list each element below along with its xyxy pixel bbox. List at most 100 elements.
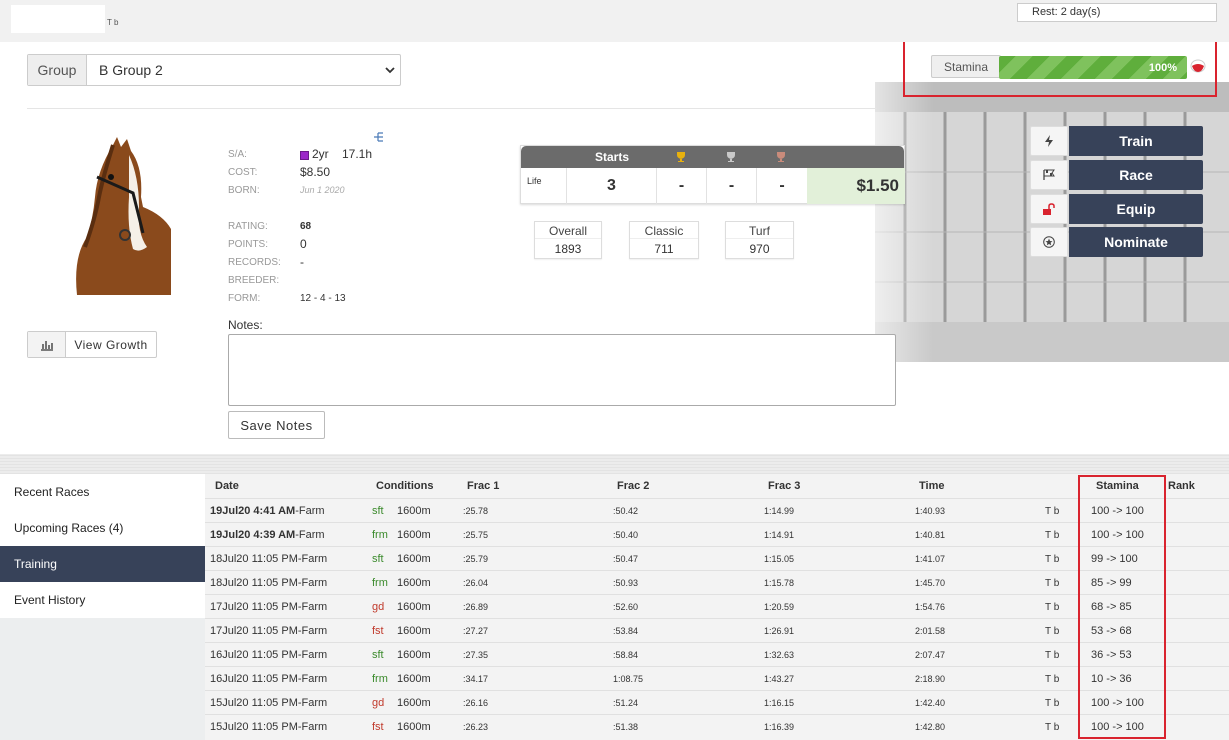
nominate-button[interactable]: Nominate <box>1069 227 1203 257</box>
turf-rating: Turf 970 <box>725 221 794 259</box>
second-value: - <box>706 168 756 204</box>
save-notes-button[interactable]: Save Notes <box>228 411 325 439</box>
gold-trophy-icon <box>677 152 685 162</box>
row-dist: 1600m <box>397 529 431 541</box>
header-date: Date <box>215 480 239 492</box>
group-value: B Group 2 <box>99 62 163 78</box>
row-cond: fst <box>372 625 384 637</box>
row-f1: :27.27 <box>463 626 489 636</box>
row-f1: :25.75 <box>463 530 489 540</box>
row-f3: 1:26.91 <box>764 626 795 636</box>
tab-recent-races[interactable]: Recent Races <box>0 474 205 510</box>
table-row: 19Jul20 4:39 AM-Farm frm 1600m:25.75:50.40… <box>205 522 1229 546</box>
row-f2: :50.40 <box>613 530 639 540</box>
table-row: 18Jul20 11:05 PM-Farm frm 1600m:26.04:50.9… <box>205 570 1229 594</box>
points-value: 0 <box>300 237 307 251</box>
overall-value: 1893 <box>554 242 582 256</box>
race-action[interactable]: Race <box>1030 160 1203 190</box>
view-growth-button[interactable]: View Growth <box>27 331 157 358</box>
row-date-bold: 19Jul20 4:41 AM <box>210 505 296 517</box>
history-tabs: Recent Races Upcoming Races (4) Training… <box>0 474 205 618</box>
starts-header: Starts <box>595 150 630 164</box>
table-row: 15Jul20 11:05 PM-Farm gd 1600m :26.16 :51.24… <box>205 690 1229 714</box>
first-value: - <box>656 168 706 204</box>
row-cond: fst <box>372 721 384 733</box>
form-value: 12 - 4 - 13 <box>300 293 346 304</box>
row-f2: 1:08.75 <box>613 674 644 684</box>
row-date: 17Jul20 11:05 PM-Farm <box>210 601 327 613</box>
row-dist: 1600m <box>397 625 431 637</box>
train-button[interactable]: Train <box>1069 126 1203 156</box>
tab-upcoming-races[interactable]: Upcoming Races (4) <box>0 510 205 546</box>
row-f1: :26.04 <box>463 578 489 588</box>
cost-value: $8.50 <box>300 165 331 179</box>
life-label: Life <box>527 176 542 186</box>
row-tb: T b <box>1045 698 1060 709</box>
row-f2: :51.24 <box>613 698 639 708</box>
divider <box>27 108 877 109</box>
overall-rating: Overall 1893 <box>534 221 602 259</box>
row-f2: :51.38 <box>613 722 639 732</box>
table-row: 16Jul20 11:05 PM-Farm sft 1600m:27.35:58.8… <box>205 642 1229 666</box>
row-date: 16Jul20 11:05 PM-Farm <box>210 673 327 685</box>
row-time: 2:07.47 <box>915 650 946 660</box>
group-select[interactable]: Group B Group 2 <box>27 54 401 86</box>
row-cond: gd <box>372 697 385 709</box>
silver-trophy-icon <box>727 152 735 162</box>
row-time: 1:41.07 <box>915 554 946 564</box>
row-date: 15Jul20 11:05 PM-Farm <box>210 697 327 709</box>
row-f3: 1:16.15 <box>764 698 795 708</box>
row-f1: :27.35 <box>463 650 489 660</box>
top-bar: T b Rest: 2 day(s) <box>0 0 1229 42</box>
notes-textarea[interactable] <box>228 334 896 406</box>
row-f3: 1:15.78 <box>764 578 795 588</box>
lightning-icon <box>1030 126 1068 156</box>
row-f3: 1:43.27 <box>764 674 795 684</box>
stamina-bar: 100% <box>999 56 1187 79</box>
equip-button[interactable]: Equip <box>1069 194 1203 224</box>
row-f1: :26.16 <box>463 698 489 708</box>
header-frac2: Frac 2 <box>617 480 650 492</box>
view-growth-label: View Growth <box>74 337 148 352</box>
table-row: 16Jul20 11:05 PM-Farm frm 1600m:34.17 1:08.… <box>205 666 1229 690</box>
heart-icon <box>1190 59 1206 73</box>
row-date: 16Jul20 11:05 PM-Farm <box>210 649 327 661</box>
horse-profile-panel: Group B Group 2 Stamina 100% View Growth <box>0 42 1229 454</box>
unlocked-padlock-icon <box>1030 194 1068 224</box>
pedigree-icon[interactable] <box>373 132 385 143</box>
header-time: Time <box>919 480 945 492</box>
rating-label: RATING: <box>228 221 268 232</box>
row-time: 2:18.90 <box>915 674 946 684</box>
nominate-action[interactable]: Nominate <box>1030 227 1203 257</box>
race-button[interactable]: Race <box>1069 160 1203 190</box>
row-time: 2:01.58 <box>915 626 946 636</box>
bronze-trophy-icon <box>777 152 785 162</box>
table-row: 18Jul20 11:05 PM-Farm sft 1600m:25.79:50.4… <box>205 546 1229 570</box>
classic-value: 711 <box>654 242 674 256</box>
row-tb: T b <box>1045 722 1060 733</box>
stamina-label: Stamina <box>931 55 1001 78</box>
row-f2: :50.42 <box>613 506 639 516</box>
row-date: 18Jul20 11:05 PM-Farm <box>210 553 327 565</box>
table-header: Date Conditions Frac 1 Frac 2 Frac 3 Tim… <box>205 474 1229 498</box>
row-tb: T b <box>1045 554 1060 565</box>
stamina-percent: 100% <box>1148 61 1177 74</box>
row-time: 1:45.70 <box>915 578 946 588</box>
equip-action[interactable]: Equip <box>1030 194 1203 224</box>
rest-indicator: Rest: 2 day(s) <box>1017 3 1217 22</box>
third-value: - <box>756 168 807 204</box>
rating-value: 68 <box>300 221 312 232</box>
row-dist: 1600m <box>397 697 431 709</box>
tab-training[interactable]: Training <box>0 546 205 582</box>
row-cond: sft <box>372 505 384 517</box>
tab-event-history[interactable]: Event History <box>0 582 205 618</box>
row-f1: :34.17 <box>463 674 489 684</box>
train-action[interactable]: Train <box>1030 126 1203 156</box>
checkered-flag-icon <box>1030 160 1068 190</box>
points-label: POINTS: <box>228 239 269 250</box>
row-f2: :53.84 <box>613 626 639 636</box>
row-date-rest: 18Jul20 11:05 PM-Farm <box>210 553 328 565</box>
group-label: Group <box>28 55 87 85</box>
row-date: 17Jul20 11:05 PM-Farm <box>210 625 327 637</box>
row-dist: 1600m <box>397 721 431 733</box>
